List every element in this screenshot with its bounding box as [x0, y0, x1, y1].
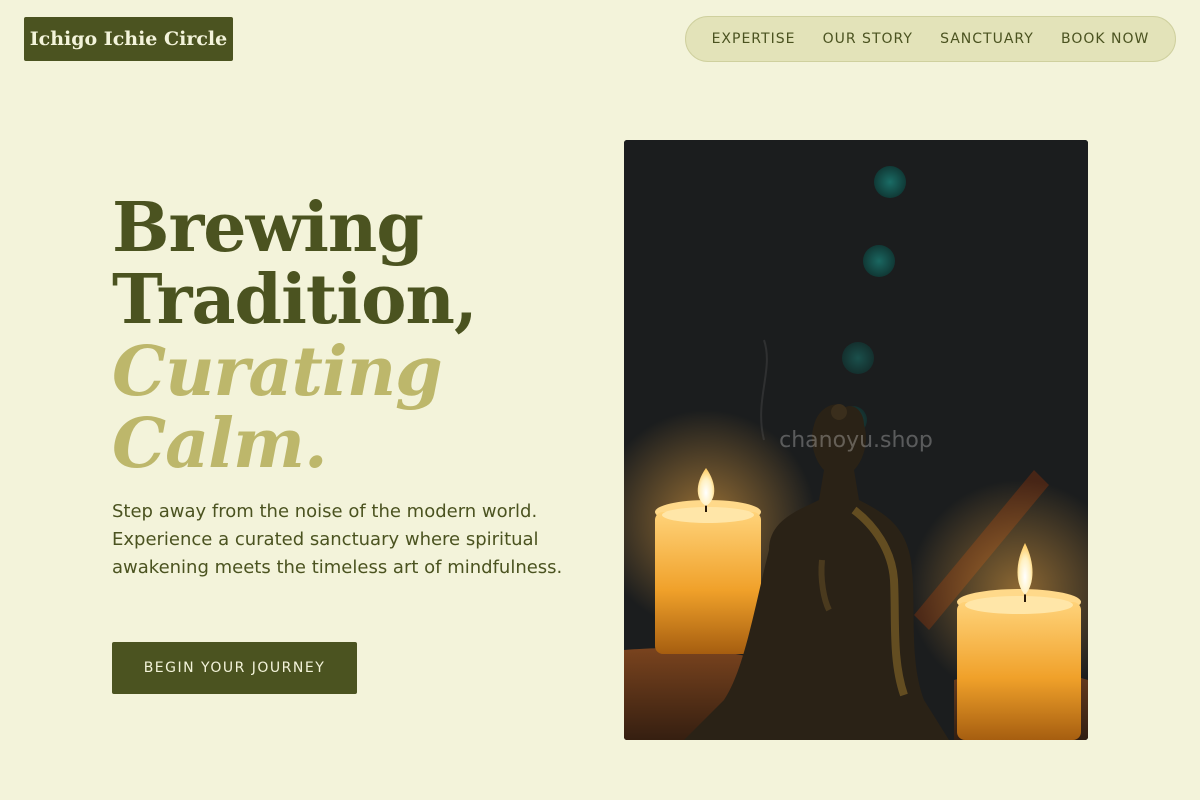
nav-item-our-story[interactable]: OUR STORY — [823, 31, 913, 47]
main-nav: EXPERTISE OUR STORY SANCTUARY BOOK NOW — [685, 16, 1176, 62]
begin-journey-button[interactable]: BEGIN YOUR JOURNEY — [112, 642, 357, 694]
brand-name: Ichigo Ichie Circle — [29, 28, 228, 50]
image-watermark: chanoyu.shop — [779, 428, 933, 453]
headline-line-1: Brewing — [112, 188, 424, 268]
hero-description: Step away from the noise of the modern w… — [112, 501, 563, 578]
headline-line-2: Tradition, — [112, 260, 478, 340]
nav-item-book-now[interactable]: BOOK NOW — [1061, 31, 1149, 47]
headline-line-3: Curating — [112, 332, 443, 412]
hero-image: chanoyu.shop — [624, 140, 1088, 740]
nav-item-sanctuary[interactable]: SANCTUARY — [940, 31, 1034, 47]
headline-line-4: Calm. — [112, 404, 328, 484]
nav-item-expertise[interactable]: EXPERTISE — [712, 31, 796, 47]
brand-logo[interactable]: Ichigo Ichie Circle — [24, 17, 233, 61]
hero-headline: Brewing Tradition, Curating Calm. — [112, 188, 478, 484]
